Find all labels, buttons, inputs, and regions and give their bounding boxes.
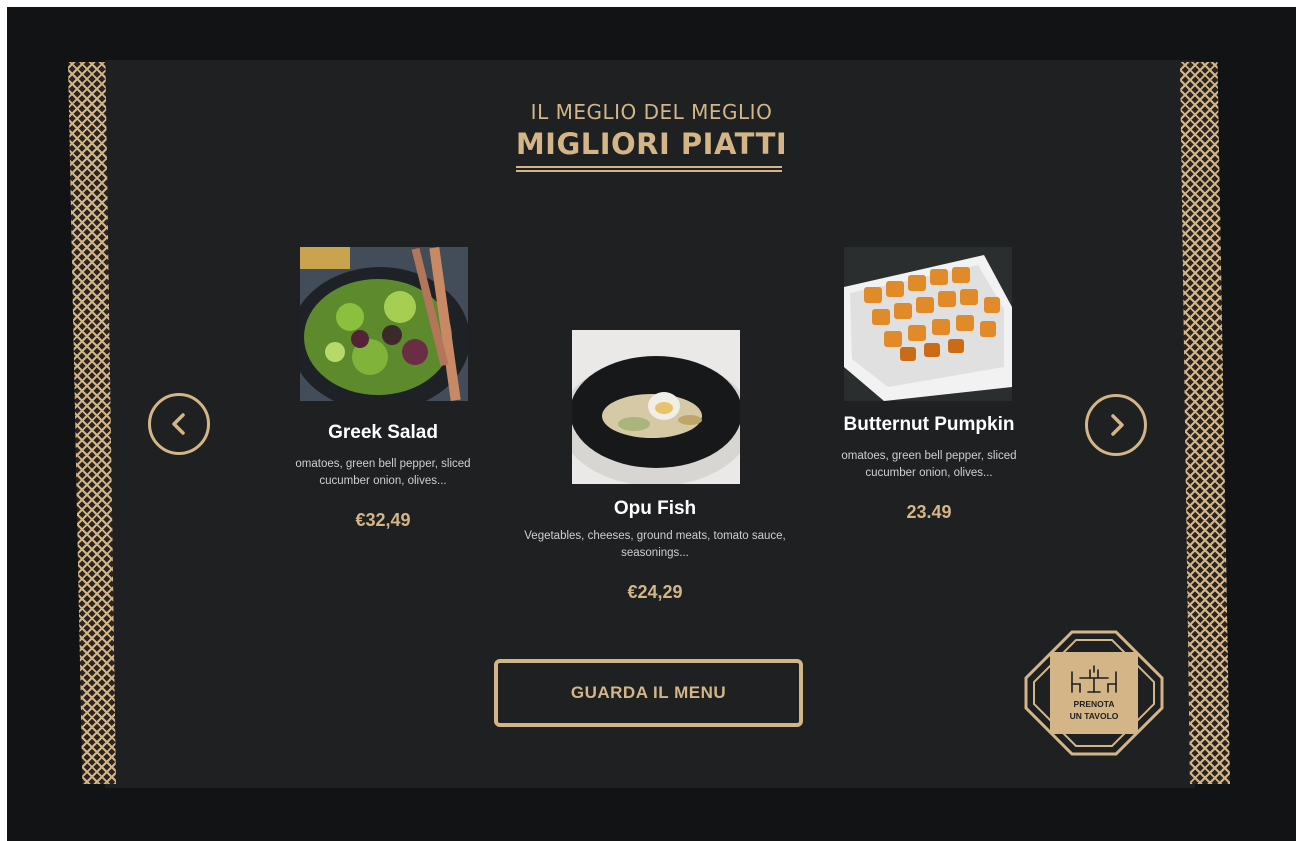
section-kicker: IL MEGLIO DEL MEGLIO — [530, 100, 773, 124]
reserve-table-button[interactable]: PRENOTA UN TAVOLO — [1024, 630, 1164, 756]
reserve-label: PRENOTA UN TAVOLO — [1050, 698, 1138, 722]
dish-description: Vegetables, cheeses, ground meats, tomat… — [524, 530, 786, 559]
dining-table-icon — [1071, 665, 1117, 693]
dish-description: omatoes, green bell pepper, sliced cucum… — [841, 450, 1017, 479]
carousel-prev-button[interactable] — [148, 393, 210, 455]
dish-name: Butternut Pumpkin — [843, 414, 1015, 435]
reserve-label-line1: PRENOTA — [1073, 699, 1115, 709]
dish-photo-butternut-pumpkin — [844, 247, 1012, 401]
dish-price: €24,29 — [627, 582, 683, 602]
dish-description: omatoes, green bell pepper, sliced cucum… — [295, 458, 471, 487]
reserve-badge: PRENOTA UN TAVOLO — [1050, 652, 1138, 734]
dish-photo-opu-fish — [572, 330, 740, 484]
dish-price: €32,49 — [355, 510, 411, 530]
view-menu-button[interactable]: GUARDA IL MENU — [494, 659, 803, 727]
reserve-label-line2: UN TAVOLO — [1069, 711, 1119, 721]
dish-price: 23.49 — [906, 502, 952, 522]
dish-card-opu-fish[interactable]: Opu Fish Vegetables, cheeses, ground mea… — [520, 330, 790, 610]
title-underline — [516, 166, 782, 172]
dish-card-greek-salad[interactable]: Greek Salad omatoes, green bell pepper, … — [272, 247, 494, 537]
carousel-next-button[interactable] — [1085, 394, 1147, 456]
section-title: MIGLIORI PIATTI — [515, 127, 788, 161]
chevron-right-icon — [1111, 414, 1124, 436]
dish-name: Opu Fish — [613, 498, 697, 519]
chevron-left-icon — [172, 413, 185, 435]
dish-name: Greek Salad — [328, 422, 438, 443]
dish-photo-greek-salad — [300, 247, 468, 401]
dish-card-butternut-pumpkin[interactable]: Butternut Pumpkin omatoes, green bell pe… — [818, 247, 1040, 537]
